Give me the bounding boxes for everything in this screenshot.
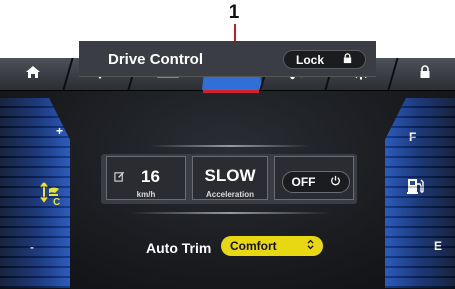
auto-trim-label: Auto Trim (146, 240, 212, 256)
climate-icon (38, 180, 62, 209)
edit-icon[interactable] (114, 169, 125, 187)
callout-number: 1 (228, 2, 240, 23)
climate-minus-label: - (30, 240, 34, 254)
fuel-gauge: F E (385, 98, 455, 288)
lock-button[interactable]: Lock (283, 50, 366, 69)
padlock-icon (342, 52, 353, 67)
acceleration-label: Acceleration (205, 190, 255, 199)
fuel-pump-icon (405, 176, 425, 201)
lock-icon (417, 64, 433, 85)
active-tab-indicator (203, 90, 259, 93)
page-title: Drive Control (108, 51, 204, 68)
climate-plus-label: + (56, 124, 64, 138)
speed-value: 16 (141, 167, 160, 186)
climate-gauge[interactable]: + C - (0, 98, 70, 288)
fuel-full-label: F (409, 130, 417, 144)
cruise-power-button[interactable]: OFF (282, 171, 350, 193)
updown-chevron-icon (307, 239, 314, 253)
speed-unit: km/h (136, 190, 156, 199)
power-icon (330, 175, 341, 189)
tab-lock[interactable] (395, 58, 455, 90)
fuel-empty-label: E (434, 239, 443, 253)
climate-sub-label: C (53, 197, 61, 208)
divider-top (150, 145, 310, 147)
home-icon (25, 64, 41, 85)
tab-home[interactable] (0, 58, 65, 90)
auto-trim-value: Comfort (230, 239, 277, 253)
divider-bottom (130, 212, 330, 214)
cruise-state-label: OFF (291, 175, 316, 189)
acceleration-value: SLOW (204, 166, 256, 185)
auto-trim-select[interactable]: Comfort (221, 236, 323, 256)
lock-button-label: Lock (295, 52, 324, 67)
